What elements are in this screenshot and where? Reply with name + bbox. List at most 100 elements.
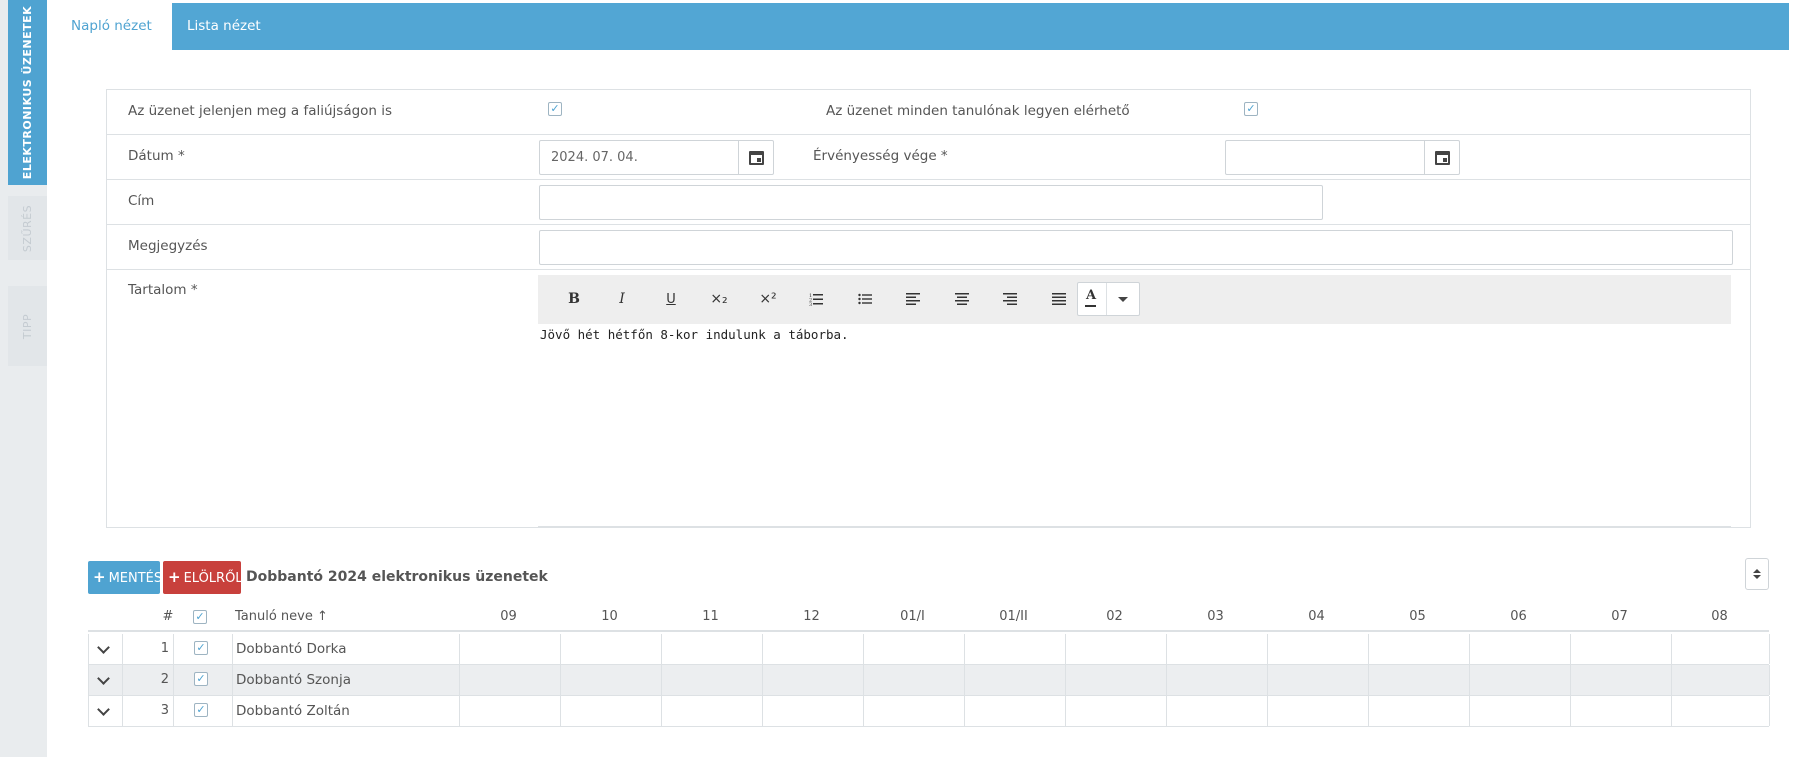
month-cell[interactable] [560,634,661,664]
month-cell[interactable] [1671,634,1770,664]
save-button[interactable]: + MENTÉS [88,561,163,594]
sort-toggle-button[interactable] [1745,558,1769,590]
month-cell[interactable] [1368,665,1469,695]
date-field[interactable]: 2024. 07. 04. [539,140,774,175]
month-cell[interactable] [863,665,964,695]
sort-down-icon [1753,575,1761,579]
save-button-label: MENTÉS [108,571,163,586]
sidebar-tab-label: TIPP [20,313,34,339]
month-cell[interactable] [1166,665,1267,695]
month-cell[interactable] [1570,696,1671,726]
month-cell[interactable] [1671,696,1770,726]
expand-chevron-icon[interactable] [97,672,110,685]
bullet-list-icon[interactable] [848,283,882,315]
wall-checkbox[interactable]: ✓ [548,102,562,116]
month-cell[interactable] [1469,634,1570,664]
content-editor[interactable]: Jövő hét hétfőn 8-kor indulunk a táborba… [538,324,1731,527]
italic-icon[interactable]: I [605,283,639,315]
month-cell[interactable] [1267,696,1368,726]
justify-icon[interactable] [1042,283,1076,315]
month-cell[interactable] [964,634,1065,664]
header-student-name[interactable]: Tanuló neve ↑ [235,609,328,624]
month-cell[interactable] [1267,634,1368,664]
month-cell[interactable] [459,665,560,695]
month-cell[interactable] [1065,634,1166,664]
align-right-icon[interactable] [993,283,1027,315]
month-cell[interactable] [1368,634,1469,664]
editor-toolbar: B I U ×₂ ×² 123 A [538,275,1731,324]
sidebar-tab-filter[interactable]: SZŰRÉS [8,196,47,260]
month-cell[interactable] [1469,665,1570,695]
text-color-picker[interactable]: A [1077,282,1140,316]
month-cell[interactable] [459,696,560,726]
dropdown-caret-icon[interactable] [1118,297,1128,302]
month-cell[interactable] [964,696,1065,726]
month-cell[interactable] [762,665,863,695]
table-row[interactable]: 1 ✓ Dobbantó Dorka [88,634,1770,665]
expand-chevron-icon[interactable] [97,641,110,654]
underline-icon[interactable]: U [654,283,688,315]
expiry-field[interactable] [1225,140,1460,175]
note-input[interactable] [539,230,1733,265]
align-center-icon[interactable] [945,283,979,315]
header-month: 05 [1409,609,1426,624]
date-label: Dátum * [128,148,185,164]
month-cell[interactable] [1368,696,1469,726]
month-cell[interactable] [1166,696,1267,726]
date-value: 2024. 07. 04. [551,150,638,165]
month-cell[interactable] [1065,696,1166,726]
tab-diary-view[interactable]: Napló nézet [56,3,172,50]
sidebar-tab-tip[interactable]: TIPP [8,286,47,366]
subscript-icon[interactable]: ×₂ [702,283,736,315]
month-cell[interactable] [762,696,863,726]
expiry-calendar-button[interactable] [1424,141,1459,174]
ordered-list-icon[interactable]: 123 [799,283,833,315]
month-cell[interactable] [560,696,661,726]
table-row[interactable]: 3 ✓ Dobbantó Zoltán [88,696,1770,727]
month-cell[interactable] [1166,634,1267,664]
month-cell[interactable] [964,665,1065,695]
month-cell[interactable] [762,634,863,664]
wall-label: Az üzenet jelenjen meg a faliújságon is [128,103,393,119]
bold-icon[interactable]: B [557,283,591,315]
select-all-checkbox[interactable]: ✓ [193,610,207,624]
calendar-icon [748,150,764,165]
superscript-icon[interactable]: ×² [751,283,785,315]
table-row[interactable]: 2 ✓ Dobbantó Szonja [88,665,1770,696]
header-month: 07 [1611,609,1628,624]
reset-button[interactable]: + ELÖLRŐL [163,561,243,594]
header-month: 01/II [999,609,1028,624]
content-label: Tartalom * [128,282,198,298]
month-cell[interactable] [560,665,661,695]
month-cell[interactable] [863,696,964,726]
date-calendar-button[interactable] [738,141,773,174]
row-checkbox[interactable]: ✓ [194,641,208,655]
row-checkbox[interactable]: ✓ [194,703,208,717]
sidebar-tab-messages[interactable]: ELEKTRONIKUS ÜZENETEK [8,0,47,185]
view-tab-bar: Napló nézet Lista nézet [56,3,1789,50]
month-cell[interactable] [1570,665,1671,695]
header-number: # [162,609,174,624]
title-input[interactable] [539,185,1323,220]
month-cell[interactable] [1671,665,1770,695]
row-checkbox[interactable]: ✓ [194,672,208,686]
expand-chevron-icon[interactable] [97,703,110,716]
text-color-icon[interactable]: A [1084,288,1097,307]
calendar-icon [1434,150,1450,165]
content-text: Jövő hét hétfőn 8-kor indulunk a táborba… [540,327,849,342]
month-cell[interactable] [1570,634,1671,664]
sort-ascending-icon: ↑ [317,609,328,624]
month-cell[interactable] [661,665,762,695]
header-month: 04 [1308,609,1325,624]
tab-list-view[interactable]: Lista nézet [172,3,276,50]
month-cell[interactable] [1065,665,1166,695]
month-cell[interactable] [661,696,762,726]
all-students-checkbox[interactable]: ✓ [1244,102,1258,116]
month-cell[interactable] [1267,665,1368,695]
month-cell[interactable] [863,634,964,664]
month-cell[interactable] [459,634,560,664]
divider [232,665,233,695]
month-cell[interactable] [1469,696,1570,726]
month-cell[interactable] [661,634,762,664]
align-left-icon[interactable] [896,283,930,315]
